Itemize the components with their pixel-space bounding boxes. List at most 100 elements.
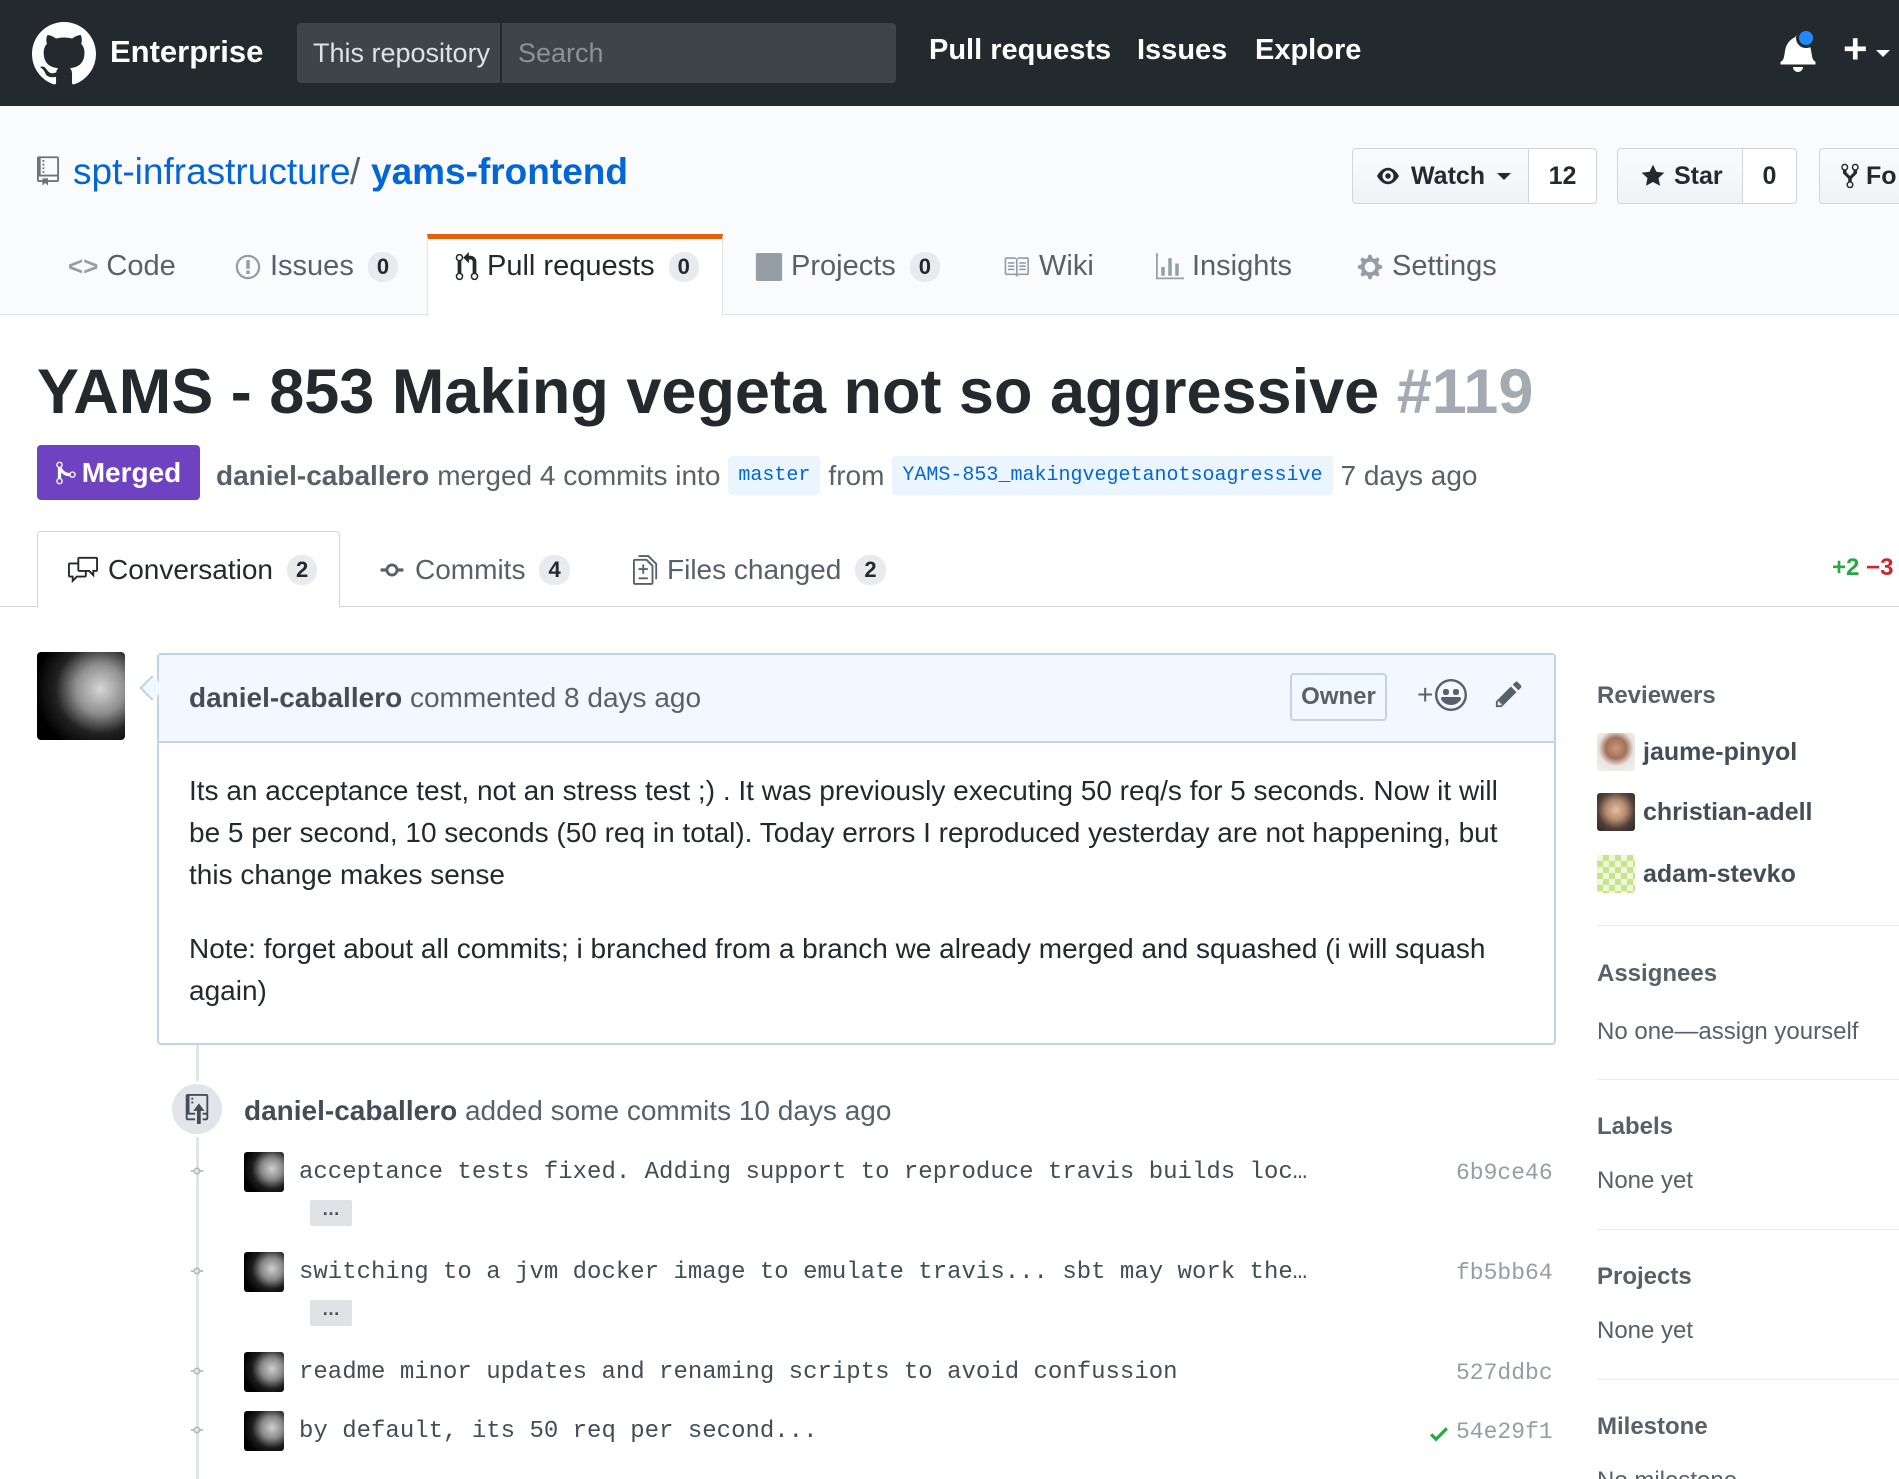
pr-title-text: YAMS - 853 Making vegeta not so aggressi…: [37, 357, 1380, 427]
fork-button[interactable]: Fo: [1819, 148, 1899, 204]
pencil-icon[interactable]: [1494, 679, 1524, 709]
chevron-down-icon: [1497, 172, 1512, 180]
commit-sha-link[interactable]: 527ddbc: [1456, 1360, 1553, 1386]
avatar[interactable]: [244, 1352, 284, 1392]
expand-commit-button[interactable]: …: [310, 1200, 352, 1226]
check-icon[interactable]: [1426, 1422, 1452, 1446]
labels-heading[interactable]: Labels: [1597, 1113, 1673, 1141]
labels-value: None yet: [1597, 1167, 1694, 1194]
reviewer-item[interactable]: christian-adell: [1597, 793, 1813, 831]
reponav-code[interactable]: <> Code: [68, 250, 176, 283]
path-separator: /: [350, 151, 361, 192]
tab-files-changed[interactable]: Files changed 2: [633, 554, 886, 586]
issues-counter: 0: [367, 251, 399, 282]
nav-pull-requests[interactable]: Pull requests: [929, 34, 1111, 67]
commit-message-link[interactable]: readme minor updates and renaming script…: [299, 1359, 1178, 1386]
projects-heading[interactable]: Projects: [1597, 1263, 1692, 1291]
sidebar-divider: [1597, 925, 1899, 926]
reviewer-name: adam-stevko: [1643, 859, 1796, 888]
comment-author-link[interactable]: daniel-caballero: [189, 682, 402, 713]
tab-conversation[interactable]: Conversation 2: [66, 554, 318, 586]
sidebar-divider: [1597, 1079, 1899, 1080]
timeline-header: daniel-caballero added some commits 10 d…: [244, 1095, 891, 1127]
avatar: [1597, 793, 1635, 831]
timeline-action: added some commits 10 days ago: [464, 1095, 892, 1126]
nav-explore[interactable]: Explore: [1255, 34, 1361, 67]
commit-sha-link[interactable]: 54e29f1: [1456, 1419, 1553, 1445]
github-logo-icon[interactable]: [32, 22, 96, 86]
global-header: Enterprise This repository Pull requests…: [0, 0, 1899, 106]
comment-body: Its an acceptance test, not an stress te…: [189, 770, 1529, 1044]
fork-icon: [1841, 163, 1859, 189]
repo-icon: [37, 156, 59, 186]
avatar: [1597, 855, 1635, 893]
reviewers-heading[interactable]: Reviewers: [1597, 682, 1716, 710]
reponav-projects[interactable]: Projects 0: [755, 250, 941, 283]
owner-badge: Owner: [1290, 673, 1387, 721]
search-input[interactable]: [502, 23, 896, 83]
projects-value: None yet: [1597, 1317, 1694, 1344]
star-button[interactable]: Star: [1617, 148, 1743, 204]
commit-sha-link[interactable]: 6b9ce46: [1456, 1160, 1553, 1186]
git-merge-icon: [55, 461, 76, 484]
pr-meta: daniel-caballero merged 4 commits into m…: [216, 456, 1478, 495]
reponav-code-label: Code: [106, 250, 176, 282]
add-reaction-button[interactable]: +: [1417, 679, 1468, 711]
git-commit-icon: [190, 1167, 204, 1175]
comment-paragraph: Its an acceptance test, not an stress te…: [189, 775, 1498, 890]
expand-commit-button[interactable]: …: [310, 1300, 352, 1326]
tab-files-changed-label: Files changed: [667, 554, 842, 585]
reviewer-item[interactable]: jaume-pinyol: [1597, 733, 1797, 771]
reviewer-item[interactable]: adam-stevko: [1597, 855, 1796, 893]
base-branch[interactable]: master: [728, 456, 821, 495]
commit-message-link[interactable]: by default, its 50 req per second...: [299, 1418, 817, 1445]
reaction-plus: +: [1417, 679, 1434, 710]
repo-owner-link[interactable]: spt-infrastructure: [73, 151, 351, 193]
star-count[interactable]: 0: [1743, 148, 1797, 204]
reponav-issues[interactable]: Issues 0: [234, 250, 399, 283]
watch-button[interactable]: Watch: [1352, 148, 1529, 204]
avatar: [1597, 733, 1635, 771]
git-commit-icon: [190, 1267, 204, 1275]
sidebar-divider: [1597, 1379, 1899, 1380]
avatar[interactable]: [244, 1152, 284, 1192]
pr-author-link[interactable]: daniel-caballero: [216, 460, 429, 492]
fork-label: Fo: [1866, 162, 1897, 190]
reponav-wiki[interactable]: Wiki: [1001, 250, 1094, 283]
avatar[interactable]: [37, 652, 125, 740]
reponav-settings[interactable]: Settings: [1356, 250, 1497, 283]
pr-title: YAMS - 853 Making vegeta not so aggressi…: [37, 356, 1533, 428]
head-branch[interactable]: YAMS-853_makingvegetanotsoagressive: [892, 456, 1333, 495]
avatar[interactable]: [244, 1411, 284, 1451]
reviewer-name: jaume-pinyol: [1643, 737, 1798, 766]
comment-timestamp: commented 8 days ago: [409, 682, 702, 713]
assignees-heading[interactable]: Assignees: [1597, 960, 1717, 988]
brand-name[interactable]: Enterprise: [110, 34, 263, 70]
diffstat-deletions: −3: [1866, 554, 1894, 581]
conversation-counter: 2: [286, 555, 318, 585]
pull-requests-counter: 0: [668, 251, 699, 282]
avatar[interactable]: [244, 1252, 284, 1292]
create-new-icon[interactable]: +: [1843, 28, 1868, 70]
reviewer-name: christian-adell: [1643, 797, 1813, 826]
timeline-author-link[interactable]: daniel-caballero: [244, 1095, 457, 1126]
reponav-insights[interactable]: Insights: [1156, 250, 1292, 283]
git-commit-icon: [380, 563, 404, 577]
commit-sha-link[interactable]: fb5bb64: [1456, 1260, 1553, 1286]
commit-message-link[interactable]: acceptance tests fixed. Adding support t…: [299, 1159, 1307, 1186]
comment-header: daniel-caballero commented 8 days ago Ow…: [159, 655, 1554, 743]
milestone-heading[interactable]: Milestone: [1597, 1413, 1708, 1441]
tab-commits[interactable]: Commits 4: [377, 554, 570, 586]
repo-name-link[interactable]: yams-frontend: [371, 151, 628, 193]
commit-message-link[interactable]: switching to a jvm docker image to emula…: [299, 1259, 1307, 1286]
assign-yourself-link[interactable]: No one—assign yourself: [1597, 1018, 1858, 1046]
comment-paragraph: Note: forget about all commits; i branch…: [189, 933, 1486, 1006]
file-diff-icon: [633, 555, 658, 585]
pull-request-icon: [455, 251, 479, 280]
reponav-projects-label: Projects: [791, 250, 896, 282]
watch-count[interactable]: 12: [1529, 148, 1597, 204]
nav-issues[interactable]: Issues: [1137, 34, 1227, 67]
reponav-pull-requests[interactable]: Pull requests 0: [455, 250, 699, 283]
projects-counter: 0: [909, 251, 941, 282]
smiley-icon: [1435, 679, 1468, 711]
